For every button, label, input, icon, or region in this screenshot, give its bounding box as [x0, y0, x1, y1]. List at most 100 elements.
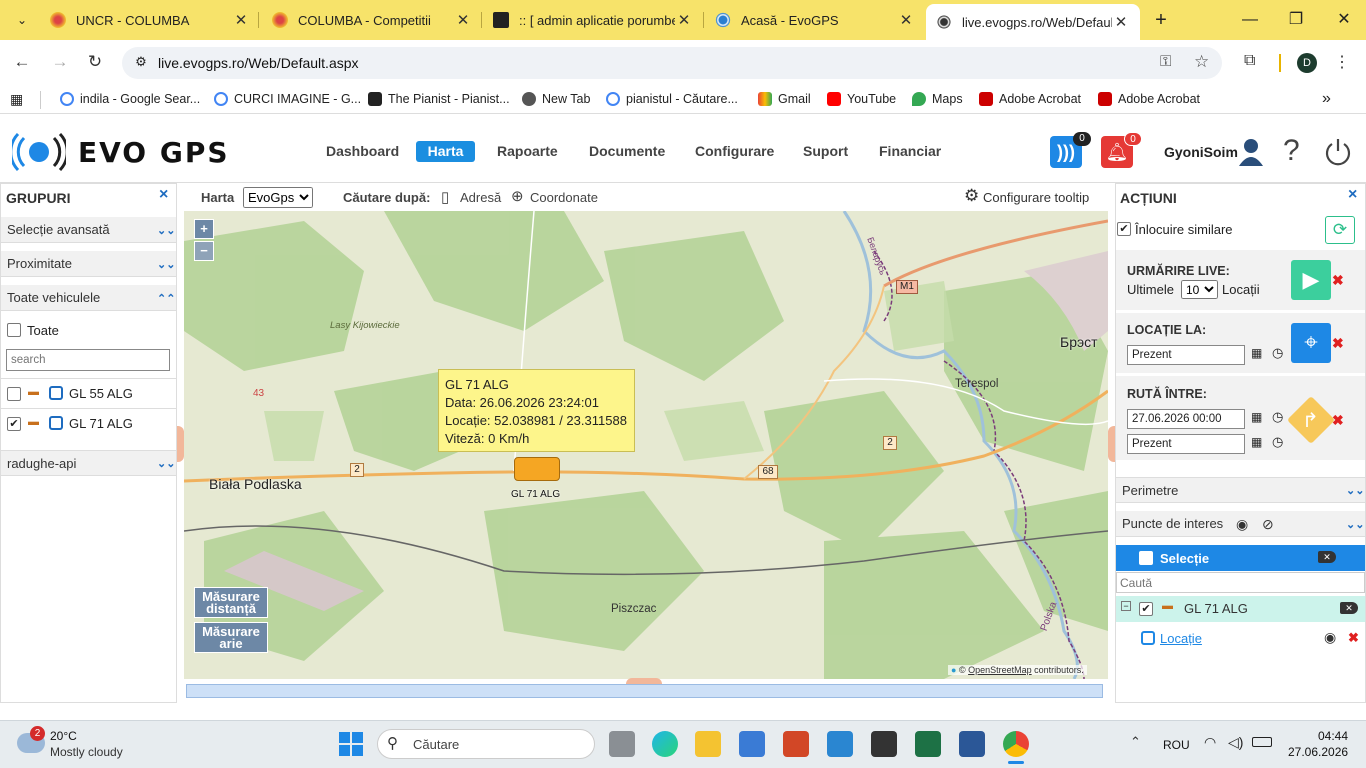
restore-button[interactable]: ❐ — [1284, 8, 1308, 32]
left-collapse-handle[interactable] — [177, 426, 184, 462]
site-info-icon[interactable]: ⚙ — [132, 54, 150, 72]
map-canvas[interactable]: + − Lasy Kijowieckie Biała Podlaska Tere… — [184, 211, 1108, 679]
power-icon[interactable] — [1323, 137, 1353, 167]
locate-button[interactable]: ⌖ — [1291, 323, 1331, 363]
attribution-link[interactable]: OpenStreetMap — [968, 665, 1032, 675]
bookmark-item[interactable]: Gmail — [758, 92, 811, 106]
edge-icon[interactable] — [652, 731, 678, 757]
chevron-up-icon[interactable]: ⌃⌃ — [157, 292, 175, 305]
file-explorer-icon[interactable] — [695, 731, 721, 757]
browser-tab-4[interactable]: Acasă - EvoGPS ✕ — [705, 0, 925, 40]
excel-icon[interactable] — [915, 731, 941, 757]
clock-icon[interactable]: ◷ — [1272, 434, 1283, 450]
close-icon[interactable]: × — [159, 186, 168, 204]
user-icon[interactable] — [1238, 138, 1264, 166]
wifi-icon[interactable]: ◠ — [1204, 734, 1216, 751]
bookmark-item[interactable]: YouTube — [827, 92, 896, 106]
chevron-up-icon[interactable]: ⌃ — [1130, 734, 1141, 750]
section-advanced-selection[interactable]: Selecție avansată — [1, 217, 176, 243]
close-icon[interactable]: × — [1348, 186, 1357, 204]
map-provider-select[interactable]: EvoGps — [243, 187, 313, 208]
apps-grid-icon[interactable]: ▦ — [10, 92, 26, 108]
remove-location-icon[interactable]: ✖ — [1348, 630, 1359, 646]
vehicle-checkbox[interactable]: ✔ — [7, 417, 21, 431]
search-address-link[interactable]: Adresă — [460, 190, 501, 205]
eye-icon[interactable]: ◉ — [1236, 516, 1248, 533]
eye-icon[interactable]: ◉ — [1324, 629, 1336, 646]
section-all-vehicles[interactable]: Toate vehiculele — [1, 285, 176, 311]
chevron-down-icon[interactable]: ⌄⌄ — [1346, 484, 1364, 497]
measure-area-button[interactable]: Măsurare arie — [194, 622, 268, 653]
close-window-button[interactable]: ✕ — [1332, 8, 1356, 32]
menu-harta[interactable]: Harta — [416, 141, 475, 162]
live-count-select[interactable]: 10 — [1181, 280, 1218, 299]
bookmark-item[interactable]: CURCI IMAGINE - G... — [214, 92, 361, 106]
tooltip-config-link[interactable]: Configurare tooltip — [983, 190, 1089, 205]
chevron-down-icon[interactable]: ⌄⌄ — [157, 224, 175, 237]
clear-location-icon[interactable]: ✖ — [1332, 335, 1344, 352]
calendar-icon[interactable]: ▦ — [1251, 410, 1262, 424]
taskbar-search[interactable] — [377, 729, 595, 759]
select-all-checkbox[interactable] — [7, 323, 21, 337]
play-button[interactable]: ▶ — [1291, 260, 1331, 300]
truck-icon[interactable] — [514, 457, 560, 481]
section-group[interactable]: radughe-api — [1, 450, 176, 476]
mail-icon[interactable] — [827, 731, 853, 757]
extensions-icon[interactable]: ⧉ — [1244, 52, 1255, 70]
bookmark-item[interactable]: Adobe Acrobat — [979, 92, 1081, 106]
forward-arrow-icon[interactable]: → — [48, 51, 72, 75]
selection-checkbox[interactable] — [1139, 551, 1153, 565]
calendar-icon[interactable]: ▦ — [1251, 346, 1262, 360]
reload-icon[interactable]: ↻ — [83, 51, 107, 75]
word-icon[interactable] — [959, 731, 985, 757]
username[interactable]: GyoniSoim — [1164, 144, 1238, 160]
gear-icon[interactable]: ⚙ — [964, 186, 979, 206]
powerpoint-icon[interactable] — [783, 731, 809, 757]
windows-start-icon[interactable] — [339, 732, 363, 756]
bookmark-item[interactable]: New Tab — [522, 92, 590, 106]
vehicle-search-input[interactable] — [6, 349, 170, 371]
poi-vehicle-checkbox[interactable]: ✔ — [1139, 602, 1153, 616]
back-arrow-icon[interactable]: ← — [10, 51, 34, 75]
zoom-in-button[interactable]: + — [194, 219, 214, 239]
zoom-out-button[interactable]: − — [194, 241, 214, 261]
bottom-panel-bar[interactable] — [186, 684, 1103, 698]
menu-rapoarte[interactable]: Rapoarte — [497, 143, 558, 159]
vehicle-name[interactable]: GL 71 ALG — [69, 416, 133, 431]
minimize-button[interactable]: — — [1238, 8, 1262, 32]
chevron-down-icon[interactable]: ⌄⌄ — [1346, 518, 1364, 531]
right-collapse-handle[interactable] — [1108, 426, 1115, 462]
close-icon[interactable]: ✕ — [454, 11, 472, 29]
clear-route-icon[interactable]: ✖ — [1332, 412, 1344, 429]
language-indicator[interactable]: ROU — [1163, 738, 1190, 752]
menu-dashboard[interactable]: Dashboard — [326, 143, 399, 159]
globe-icon[interactable]: ⊕ — [511, 187, 524, 205]
bookmark-item[interactable]: Maps — [912, 92, 963, 106]
location-at-input[interactable]: Prezent — [1127, 345, 1245, 365]
bookmark-item[interactable]: Adobe Acrobat — [1098, 92, 1200, 106]
map-book-icon[interactable]: ▯ — [441, 188, 449, 206]
menu-suport[interactable]: Suport — [803, 143, 848, 159]
eye-off-icon[interactable]: ⊘ — [1262, 516, 1274, 533]
dropbox-icon[interactable] — [871, 731, 897, 757]
menu-documente[interactable]: Documente — [589, 143, 665, 159]
clock-time[interactable]: 04:44 — [1318, 729, 1348, 743]
section-proximity[interactable]: Proximitate — [1, 251, 176, 277]
search-coordinates-link[interactable]: Coordonate — [530, 190, 598, 205]
route-to-input[interactable]: Prezent — [1127, 434, 1245, 454]
replace-similar-checkbox[interactable]: ✔ — [1117, 222, 1131, 236]
menu-configurare[interactable]: Configurare — [695, 143, 774, 159]
task-view-icon[interactable] — [609, 731, 635, 757]
collapse-icon[interactable]: − — [1121, 601, 1131, 611]
delete-vehicle-icon[interactable]: ✕ — [1340, 602, 1358, 614]
star-icon[interactable]: ☆ — [1194, 52, 1209, 72]
battery-icon[interactable] — [1252, 737, 1272, 747]
section-perimeters[interactable]: Perimetre — [1116, 477, 1365, 503]
measure-distance-button[interactable]: Măsurare distanță — [194, 587, 268, 618]
new-tab-button[interactable]: + — [1150, 6, 1172, 34]
more-bookmarks-icon[interactable]: » — [1322, 90, 1331, 108]
clock-icon[interactable]: ◷ — [1272, 409, 1283, 425]
key-icon[interactable]: ⚿ — [1160, 53, 1171, 70]
browser-tab-5[interactable]: live.evogps.ro/Web/Default.a ✕ — [926, 4, 1140, 40]
clock-icon[interactable]: ◷ — [1272, 345, 1283, 361]
